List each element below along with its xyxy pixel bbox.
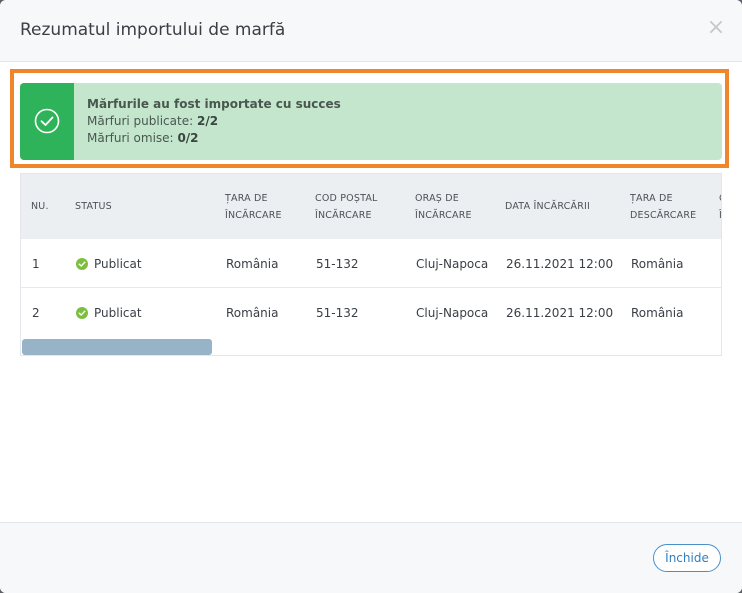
cell-unload-country: România bbox=[631, 305, 684, 320]
import-table: NU. STATUS ȚARA DE ÎNCĂRCARE COD POȘTAL ÎN… bbox=[20, 173, 722, 356]
cell-load-city: Cluj-Napoca bbox=[416, 305, 489, 320]
cell-load-postal: 51-132 bbox=[316, 305, 359, 320]
published-label: Mărfuri publicate: bbox=[87, 114, 194, 128]
import-summary-modal: Rezumatul importului de marfă × Mărfuril… bbox=[0, 0, 742, 593]
col-header-load-postal[interactable]: COD POȘTAL ÎNCĂRCARE bbox=[315, 174, 378, 239]
close-icon[interactable]: × bbox=[704, 16, 728, 40]
published-line: Mărfuri publicate: 2/2 bbox=[87, 113, 341, 130]
cell-nr: 2 bbox=[32, 305, 40, 320]
omitted-label: Mărfuri omise: bbox=[87, 131, 174, 145]
cell-nr: 1 bbox=[32, 256, 40, 271]
success-alert: Mărfurile au fost importate cu succes Mă… bbox=[20, 83, 722, 160]
cell-load-date: 26.11.2021 12:00 bbox=[506, 256, 614, 271]
check-circle-icon bbox=[76, 306, 88, 319]
omitted-value: 0/2 bbox=[177, 131, 199, 145]
cell-load-postal: 51-132 bbox=[316, 256, 359, 271]
col-header-partial[interactable]: CÎ bbox=[719, 174, 721, 239]
cell-load-city: Cluj-Napoca bbox=[416, 256, 489, 271]
alert-icon-box bbox=[20, 83, 74, 160]
check-circle-icon bbox=[34, 108, 60, 134]
modal-header: Rezumatul importului de marfă × bbox=[0, 0, 742, 62]
cell-load-country: România bbox=[226, 305, 279, 320]
status-text: Publicat bbox=[94, 305, 142, 320]
col-header-unload-country[interactable]: ȚARA DE DESCĂRCARE bbox=[630, 174, 696, 239]
table-row: 1 Publicat România 51-132 Cluj-Napoca 26… bbox=[21, 239, 721, 288]
close-button[interactable]: Închide bbox=[653, 544, 721, 572]
cell-status: Publicat bbox=[76, 239, 142, 288]
check-circle-icon bbox=[76, 257, 88, 270]
col-header-nr[interactable]: NU. bbox=[31, 174, 49, 239]
col-header-load-country[interactable]: ȚARA DE ÎNCĂRCARE bbox=[225, 174, 282, 239]
table-row: 2 Publicat România 51-132 Cluj-Napoca 26… bbox=[21, 288, 721, 337]
table-header: NU. STATUS ȚARA DE ÎNCĂRCARE COD POȘTAL ÎN… bbox=[21, 174, 721, 239]
modal-title: Rezumatul importului de marfă bbox=[20, 20, 286, 40]
col-header-load-date[interactable]: DATA ÎNCĂRCĂRII bbox=[505, 174, 590, 239]
col-header-load-city[interactable]: ORAȘ DE ÎNCĂRCARE bbox=[415, 174, 472, 239]
cell-load-country: România bbox=[226, 256, 279, 271]
cell-load-date: 26.11.2021 12:00 bbox=[506, 305, 614, 320]
alert-title: Mărfurile au fost importate cu succes bbox=[87, 97, 341, 111]
omitted-line: Mărfuri omise: 0/2 bbox=[87, 130, 341, 147]
col-header-status[interactable]: STATUS bbox=[75, 174, 112, 239]
cell-status: Publicat bbox=[76, 288, 142, 337]
published-value: 2/2 bbox=[196, 114, 219, 128]
modal-footer: Închide bbox=[0, 522, 742, 593]
alert-text: Mărfurile au fost importate cu succes Mă… bbox=[87, 96, 341, 147]
horizontal-scrollbar[interactable] bbox=[22, 339, 212, 355]
status-text: Publicat bbox=[94, 256, 142, 271]
cell-unload-country: România bbox=[631, 256, 684, 271]
